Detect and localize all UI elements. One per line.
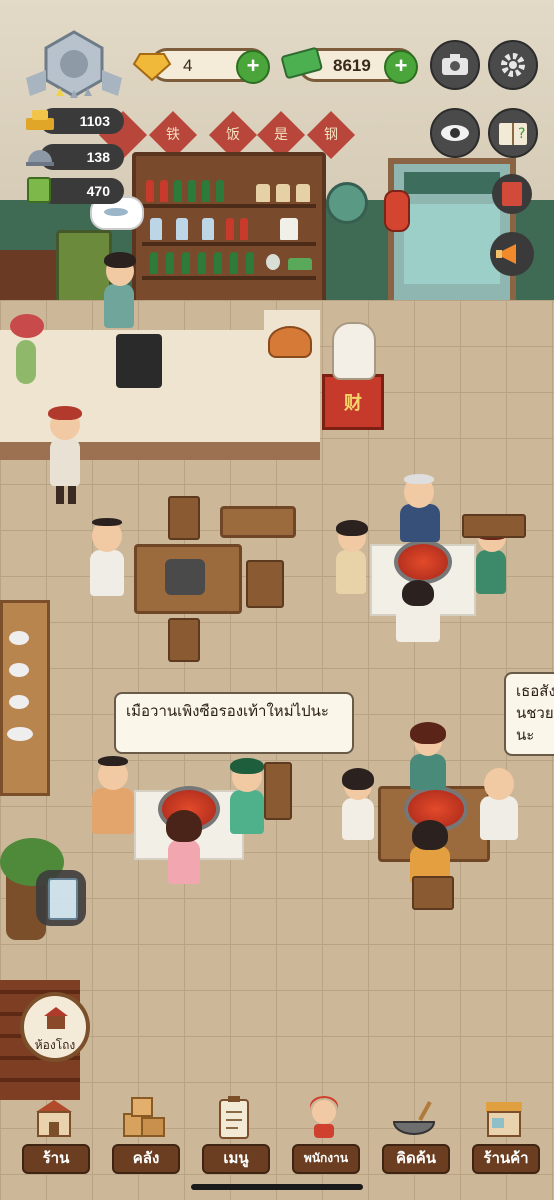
help-book-button[interactable]: ?	[488, 108, 538, 158]
lucky-cat-icon[interactable]	[332, 322, 376, 380]
boxes-icon	[123, 1097, 165, 1137]
fan-icon	[326, 182, 368, 224]
cash-icon	[280, 44, 324, 84]
nav-research[interactable]: คิดค้น	[374, 1090, 454, 1180]
speech-bubble: เธอสังฉันชวยวนะ	[504, 672, 554, 756]
nav-menu[interactable]: เมนู	[194, 1090, 274, 1180]
waitress-icon	[310, 1096, 338, 1138]
side-table	[220, 506, 296, 538]
recipe-book-button[interactable]	[492, 174, 532, 214]
order-clipboard-button[interactable]	[36, 870, 86, 926]
nav-research-label: คิดค้น	[382, 1144, 450, 1174]
nav-shop-label: ร้าน	[22, 1144, 90, 1174]
add-gems-button[interactable]: +	[236, 50, 270, 84]
grill-table[interactable]	[134, 544, 242, 614]
eye-icon	[441, 125, 469, 141]
megaphone-icon	[496, 244, 516, 264]
help-book-icon: ?	[499, 123, 527, 145]
lamp-icon	[268, 326, 312, 358]
gem-icon	[132, 44, 172, 84]
camera-button[interactable]	[430, 40, 480, 90]
nav-storage-label: คลัง	[112, 1144, 180, 1174]
building-icon	[44, 1007, 68, 1029]
nav-staff-label: พนักงาน	[292, 1144, 360, 1174]
nav-store-label: ร้านค้า	[472, 1144, 540, 1174]
store-awning-icon	[486, 1102, 522, 1137]
hotpot-icon	[394, 540, 452, 584]
svg-text:?: ?	[518, 126, 525, 142]
add-cash-button[interactable]: +	[384, 50, 418, 84]
book-icon	[24, 174, 56, 206]
hall-button[interactable]: ห้องโถง	[20, 992, 90, 1062]
chair	[246, 560, 284, 608]
sauce-shelf	[0, 600, 50, 796]
nav-staff[interactable]: พนักงาน	[284, 1090, 364, 1180]
chair	[168, 618, 200, 662]
settings-button[interactable]	[488, 40, 538, 90]
nav-store[interactable]: ร้านค้า	[464, 1090, 544, 1180]
vase-icon	[16, 340, 36, 384]
cash-count: 8619	[333, 56, 371, 75]
gear-icon	[501, 53, 525, 77]
chair	[168, 496, 200, 540]
chair	[462, 514, 526, 538]
flower-icon	[10, 314, 44, 338]
shop-icon	[36, 1100, 72, 1137]
clipboard-icon	[219, 1096, 249, 1139]
chair	[412, 876, 454, 910]
announcement-button[interactable]	[490, 232, 534, 276]
bottom-nav: ร้าน คลัง เมนู พนักงาน คิดค้น ร้านค้า	[14, 1090, 544, 1180]
nav-menu-label: เมนู	[202, 1144, 270, 1174]
cash-register[interactable]	[116, 334, 162, 388]
nav-shop[interactable]: ร้าน	[14, 1090, 94, 1180]
cloche-icon	[24, 140, 56, 170]
nav-storage[interactable]: คลัง	[104, 1090, 184, 1180]
lucky-cat-pedestal[interactable]: 财	[322, 374, 384, 430]
rank-badge[interactable]	[22, 30, 126, 106]
view-toggle-button[interactable]	[430, 108, 480, 158]
camera-icon	[442, 54, 468, 75]
chair	[264, 762, 292, 820]
rank-badge-icon	[26, 30, 122, 98]
home-indicator	[191, 1184, 363, 1190]
wok-icon	[392, 1101, 436, 1135]
hall-button-label: ห้องโถง	[34, 1038, 76, 1052]
lantern-icon	[384, 190, 410, 232]
gold-ingot-icon	[24, 104, 56, 134]
speech-bubble: เมือวานเพิงซือรองเท้าใหม่ไปนะ	[114, 692, 354, 754]
gem-count: 4	[183, 56, 193, 75]
